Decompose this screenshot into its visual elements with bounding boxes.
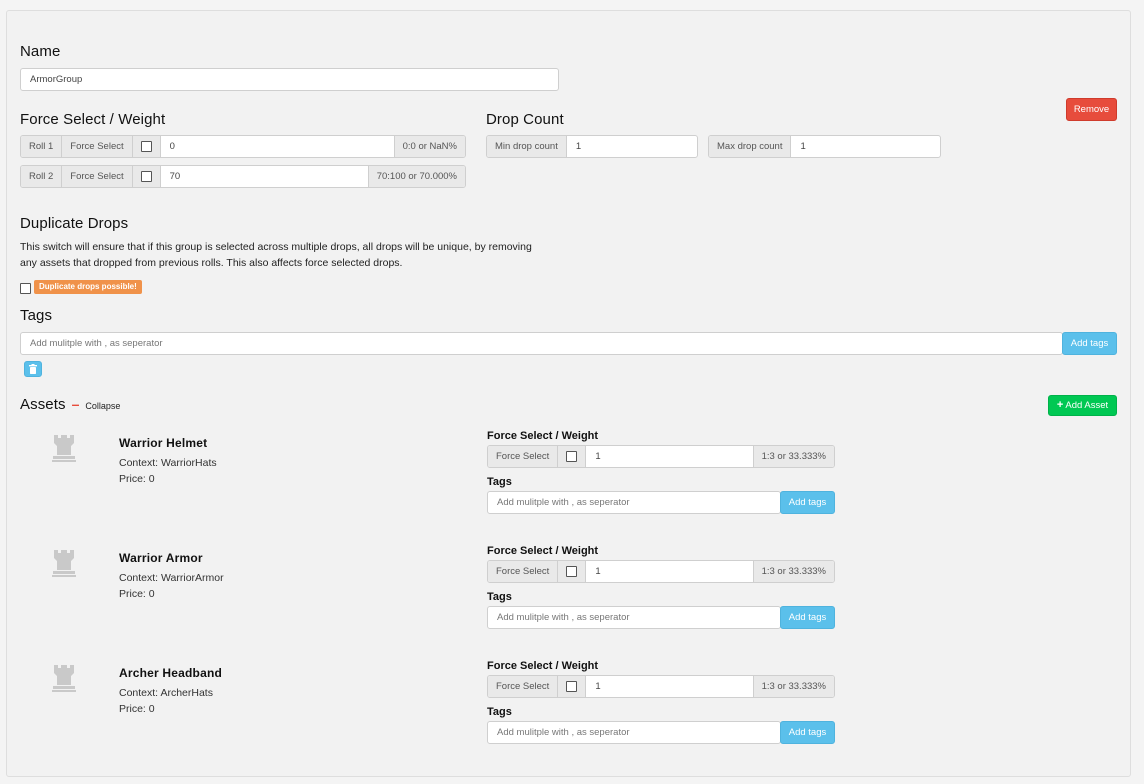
min-drop-count-label: Min drop count: [487, 136, 567, 157]
asset-force-select-heading: Force Select / Weight: [487, 660, 599, 672]
roll-1-force-select-checkbox[interactable]: [132, 136, 161, 157]
asset-weight-input[interactable]: 1: [586, 676, 752, 697]
tags-heading: Tags: [20, 307, 53, 324]
asset-force-select-checkbox[interactable]: [558, 676, 587, 697]
remove-button[interactable]: Remove: [1066, 98, 1117, 121]
asset-tags-heading: Tags: [487, 591, 512, 603]
force-select-heading: Force Select / Weight: [20, 111, 166, 128]
asset-chance: 1:3 or 33.333%: [752, 676, 834, 697]
asset-name: Warrior Armor: [119, 551, 203, 565]
name-heading: Name: [20, 43, 61, 60]
asset-tags-input[interactable]: Add mulitple with , as seperator: [487, 491, 781, 514]
asset-force-select-heading: Force Select / Weight: [487, 430, 599, 442]
asset-thumbnail: [51, 548, 77, 581]
asset-weight-input[interactable]: 1: [586, 561, 752, 582]
add-asset-button[interactable]: + Add Asset: [1048, 395, 1117, 416]
asset-add-tags-button[interactable]: Add tags: [780, 606, 835, 629]
plus-icon: +: [1056, 399, 1064, 411]
rook-icon: [52, 665, 76, 692]
asset-chance: 1:3 or 33.333%: [752, 561, 834, 582]
group-name-input[interactable]: ArmorGroup: [20, 68, 559, 91]
asset-tags-heading: Tags: [487, 706, 512, 718]
asset-weight-group: Force Select 1 1:3 or 33.333%: [487, 445, 835, 468]
asset-force-select-checkbox[interactable]: [558, 446, 587, 467]
asset-price: Price: 0: [119, 703, 155, 715]
description-line: This switch will ensure that if this gro…: [20, 241, 532, 253]
drop-count-heading: Drop Count: [486, 111, 564, 128]
checkbox-box[interactable]: [566, 681, 578, 692]
duplicate-drops-heading: Duplicate Drops: [20, 215, 129, 232]
rook-icon: [52, 550, 76, 577]
roll-2-chance: 70:100 or 70.000%: [367, 166, 465, 187]
trash-icon: [29, 364, 37, 374]
asset-thumbnail: [51, 663, 77, 696]
max-drop-count-input[interactable]: 1: [791, 136, 940, 157]
asset-name: Warrior Helmet: [119, 436, 208, 450]
duplicate-drops-description: This switch will ensure that if this gro…: [20, 239, 580, 271]
max-drop-count-label: Max drop count: [709, 136, 792, 157]
asset-force-select-checkbox[interactable]: [558, 561, 587, 582]
asset-weight-input[interactable]: 1: [586, 446, 752, 467]
asset-force-select-heading: Force Select / Weight: [487, 545, 599, 557]
roll-2-weight-input[interactable]: 70: [161, 166, 368, 187]
asset-context: Context: ArcherHats: [119, 687, 213, 699]
roll-2-row: Roll 2 Force Select 70 70:100 or 70.000%: [20, 165, 466, 188]
min-drop-count-group: Min drop count 1: [486, 135, 698, 158]
asset-force-select-label: Force Select: [488, 676, 559, 697]
roll-2-force-select-checkbox[interactable]: [132, 166, 161, 187]
roll-2-force-select-label: Force Select: [62, 166, 133, 187]
collapse-link[interactable]: Collapse: [85, 401, 120, 411]
asset-context: Context: WarriorArmor: [119, 572, 224, 584]
checkbox-box[interactable]: [140, 141, 152, 152]
rook-icon: [52, 435, 76, 462]
roll-1-weight-input[interactable]: 0: [161, 136, 394, 157]
add-tags-button[interactable]: Add tags: [1062, 332, 1117, 355]
duplicate-drops-badge: Duplicate drops possible!: [34, 280, 142, 294]
description-line: any assets that dropped from previous ro…: [20, 257, 403, 269]
asset-price: Price: 0: [119, 588, 155, 600]
asset-force-select-label: Force Select: [488, 561, 559, 582]
min-drop-count-input[interactable]: 1: [567, 136, 697, 157]
assets-header: Assets – Collapse: [20, 396, 120, 413]
collapse-dash-icon[interactable]: –: [72, 396, 80, 412]
asset-thumbnail: [51, 433, 77, 466]
asset-add-tags-button[interactable]: Add tags: [780, 491, 835, 514]
roll-1-chance: 0:0 or NaN%: [393, 136, 465, 157]
asset-chance: 1:3 or 33.333%: [752, 446, 834, 467]
checkbox-box[interactable]: [566, 566, 578, 577]
tags-input[interactable]: Add mulitple with , as seperator: [20, 332, 1063, 355]
asset-add-tags-button[interactable]: Add tags: [780, 721, 835, 744]
checkbox-box[interactable]: [566, 451, 578, 462]
asset-weight-group: Force Select 1 1:3 or 33.333%: [487, 675, 835, 698]
asset-context: Context: WarriorHats: [119, 457, 217, 469]
clear-tags-button[interactable]: [24, 361, 42, 377]
roll-1-row: Roll 1 Force Select 0 0:0 or NaN%: [20, 135, 466, 158]
roll-2-label: Roll 2: [21, 166, 63, 187]
asset-price: Price: 0: [119, 473, 155, 485]
roll-1-force-select-label: Force Select: [62, 136, 133, 157]
asset-tags-input[interactable]: Add mulitple with , as seperator: [487, 721, 781, 744]
asset-force-select-label: Force Select: [488, 446, 559, 467]
max-drop-count-group: Max drop count 1: [708, 135, 941, 158]
asset-name: Archer Headband: [119, 666, 223, 680]
checkbox-box[interactable]: [140, 171, 152, 182]
asset-tags-input[interactable]: Add mulitple with , as seperator: [487, 606, 781, 629]
assets-heading: Assets: [20, 396, 66, 413]
duplicate-drops-checkbox[interactable]: [20, 283, 31, 294]
asset-weight-group: Force Select 1 1:3 or 33.333%: [487, 560, 835, 583]
add-asset-label: Add Asset: [1065, 400, 1109, 411]
asset-tags-heading: Tags: [487, 476, 512, 488]
roll-1-label: Roll 1: [21, 136, 63, 157]
